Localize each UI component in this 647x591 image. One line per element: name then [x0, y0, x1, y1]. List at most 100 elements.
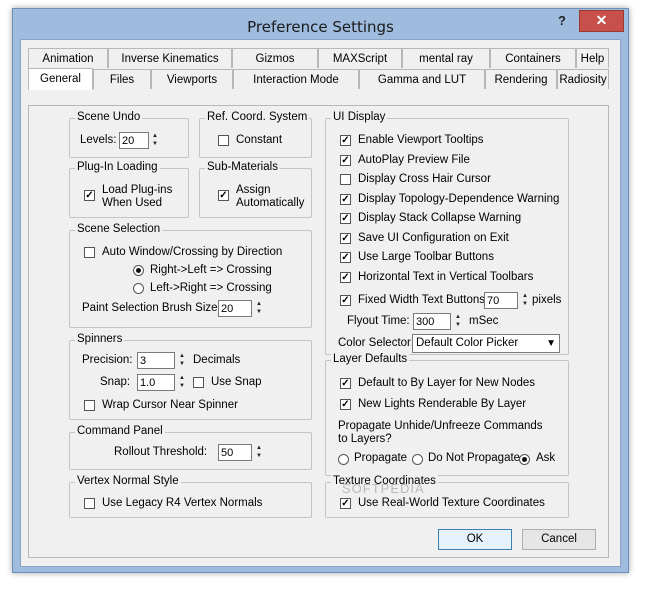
left-right-crossing-radio[interactable] — [133, 283, 144, 294]
ok-button[interactable]: OK — [438, 529, 512, 550]
new-lights-renderable-checkbox[interactable]: ✓ — [340, 399, 351, 410]
ui-display-option-label: Display Topology-Dependence Warning — [358, 192, 560, 205]
texture-coordinates-group: Texture Coordinates ✓ Use Real-World Tex… — [325, 475, 569, 518]
brush-size-input[interactable] — [218, 300, 252, 317]
preference-settings-window: Preference Settings ? ✕ Animation Invers… — [12, 8, 629, 573]
tab-rendering[interactable]: Rendering — [485, 69, 557, 89]
command-panel-group: Command Panel Rollout Threshold: ▲▼ — [69, 425, 312, 470]
cancel-button[interactable]: Cancel — [522, 529, 596, 550]
tab-gizmos[interactable]: Gizmos — [232, 48, 318, 68]
fixed-width-text-buttons-label: Fixed Width Text Buttons: — [358, 294, 489, 306]
spinners-group: Spinners Precision: ▲▼ Decimals Snap: ▲▼… — [69, 333, 312, 420]
sub-materials-label: Sub-Materials — [205, 161, 280, 173]
tab-viewports[interactable]: Viewports — [151, 69, 233, 89]
right-left-crossing-radio[interactable] — [133, 265, 144, 276]
load-plugins-checkbox[interactable]: ✓ — [84, 190, 95, 201]
ui-display-option-checkbox[interactable]: ✓ — [340, 252, 351, 263]
ui-display-option-checkbox[interactable]: ✓ — [340, 232, 351, 244]
tab-gamma-and-lut[interactable]: Gamma and LUT — [359, 69, 485, 89]
precision-input[interactable] — [137, 352, 175, 369]
tab-mental-ray[interactable]: mental ray — [402, 48, 490, 68]
wrap-cursor-label: Wrap Cursor Near Spinner — [102, 399, 238, 411]
color-selector-dropdown[interactable]: Default Color Picker ▼ — [412, 334, 560, 353]
tab-interaction-mode[interactable]: Interaction Mode — [233, 69, 359, 89]
ui-display-group: UI Display ✓ Enable Viewport Tooltips ✓ Aut… — [325, 111, 569, 355]
tab-maxscript[interactable]: MAXScript — [318, 48, 402, 68]
tab-radiosity[interactable]: Radiosity — [557, 69, 609, 89]
ui-display-option-checkbox[interactable]: ✓ — [340, 135, 351, 146]
real-world-texture-label: Use Real-World Texture Coordinates — [358, 497, 545, 509]
plugin-loading-group: Plug-In Loading ✓ Load Plug-ins When Use… — [69, 161, 189, 218]
flyout-time-spinner-arrows-icon[interactable]: ▲ ▼ — [453, 313, 463, 330]
spinners-label: Spinners — [75, 333, 125, 345]
brush-size-spinner-arrows-icon[interactable]: ▲ ▼ — [254, 300, 264, 317]
rollout-threshold-spinner[interactable]: ▲▼ — [218, 444, 266, 461]
rollout-threshold-label: Rollout Threshold: — [114, 446, 208, 458]
rollout-threshold-spinner-arrows-icon[interactable]: ▲ ▼ — [254, 444, 264, 461]
default-by-layer-checkbox[interactable]: ✓ — [340, 378, 351, 389]
snap-spinner[interactable]: ▲▼ — [137, 374, 187, 391]
auto-window-crossing-checkbox[interactable] — [84, 247, 95, 258]
legacy-r4-normals-checkbox[interactable] — [84, 498, 95, 509]
do-not-propagate-radio[interactable] — [412, 454, 423, 465]
title-bar[interactable]: Preference Settings ? ✕ — [13, 9, 628, 39]
load-plugins-label-line2: When Used — [102, 197, 163, 209]
fixed-width-text-buttons-checkbox[interactable]: ✓ — [340, 295, 351, 306]
levels-spinner[interactable]: ▲▼ — [119, 132, 161, 149]
right-left-crossing-label: Right->Left => Crossing — [150, 264, 272, 276]
snap-spinner-arrows-icon[interactable]: ▲ ▼ — [177, 374, 187, 391]
ui-display-option-checkbox[interactable]: ✓ — [340, 213, 351, 224]
ui-display-option-checkbox[interactable] — [340, 174, 351, 185]
levels-input[interactable] — [119, 132, 149, 149]
tab-general[interactable]: General — [28, 68, 93, 90]
tab-animation[interactable]: Animation — [28, 48, 108, 68]
precision-spinner[interactable]: ▲▼ — [137, 352, 187, 369]
use-snap-label: Use Snap — [211, 376, 262, 388]
ref-coord-system-label: Ref. Coord. System — [205, 111, 310, 123]
do-not-propagate-label: Do Not Propagate — [428, 452, 521, 464]
constant-checkbox[interactable] — [218, 135, 229, 146]
brush-size-spinner[interactable]: ▲▼ — [218, 300, 266, 317]
snap-input[interactable] — [137, 374, 175, 391]
ui-display-option-label: Display Stack Collapse Warning — [358, 212, 522, 224]
precision-spinner-arrows-icon[interactable]: ▲ ▼ — [177, 352, 187, 369]
tab-inverse-kinematics[interactable]: Inverse Kinematics — [108, 48, 232, 68]
flyout-time-spinner[interactable]: ▲▼ — [413, 313, 465, 330]
ui-display-option-checkbox[interactable]: ✓ — [340, 193, 351, 205]
ui-display-option-checkbox[interactable]: ✓ — [340, 154, 351, 166]
default-by-layer-label: Default to By Layer for New Nodes — [358, 377, 536, 389]
chevron-down-icon[interactable]: ▼ — [546, 335, 556, 352]
scene-selection-label: Scene Selection — [75, 223, 163, 235]
ui-display-option-label: Save UI Configuration on Exit — [358, 231, 509, 244]
flyout-time-input[interactable] — [413, 313, 451, 330]
ui-display-option-label: Display Cross Hair Cursor — [358, 173, 491, 185]
assign-automatically-checkbox[interactable]: ✓ — [218, 190, 229, 201]
auto-window-crossing-label: Auto Window/Crossing by Direction — [102, 246, 283, 258]
use-snap-checkbox[interactable] — [193, 377, 204, 388]
fixed-width-input[interactable] — [484, 292, 518, 309]
legacy-r4-normals-label: Use Legacy R4 Vertex Normals — [102, 497, 263, 509]
tab-help[interactable]: Help — [576, 48, 609, 68]
sub-materials-group: Sub-Materials ✓ Assign Automatically — [199, 161, 312, 218]
help-button[interactable]: ? — [550, 11, 574, 31]
fixed-width-spinner-arrows-icon[interactable]: ▲ ▼ — [520, 292, 530, 309]
tab-containers[interactable]: Containers — [490, 48, 576, 68]
constant-label: Constant — [236, 134, 283, 146]
ask-label: Ask — [536, 452, 556, 464]
wrap-cursor-checkbox[interactable] — [84, 400, 95, 411]
tab-files[interactable]: Files — [93, 69, 151, 89]
left-right-crossing-label: Left->Right => Crossing — [150, 282, 272, 294]
pixels-label: pixels — [532, 294, 562, 306]
propagate-radio[interactable] — [338, 454, 349, 465]
real-world-texture-checkbox[interactable]: ✓ — [340, 498, 351, 509]
close-button[interactable]: ✕ — [579, 10, 624, 32]
brush-size-label: Paint Selection Brush Size — [82, 302, 218, 314]
levels-spinner-arrows-icon[interactable]: ▲ ▼ — [150, 132, 160, 149]
fixed-width-spinner[interactable]: ▲▼ — [484, 292, 532, 309]
scene-undo-group: Scene Undo Levels: ▲▼ — [69, 111, 189, 158]
ask-radio[interactable] — [519, 454, 530, 465]
ui-display-option-label: Enable Viewport Tooltips — [358, 134, 484, 146]
ui-display-option-checkbox[interactable]: ✓ — [340, 271, 351, 283]
rollout-threshold-input[interactable] — [218, 444, 252, 461]
vertex-normal-style-label: Vertex Normal Style — [75, 475, 181, 487]
